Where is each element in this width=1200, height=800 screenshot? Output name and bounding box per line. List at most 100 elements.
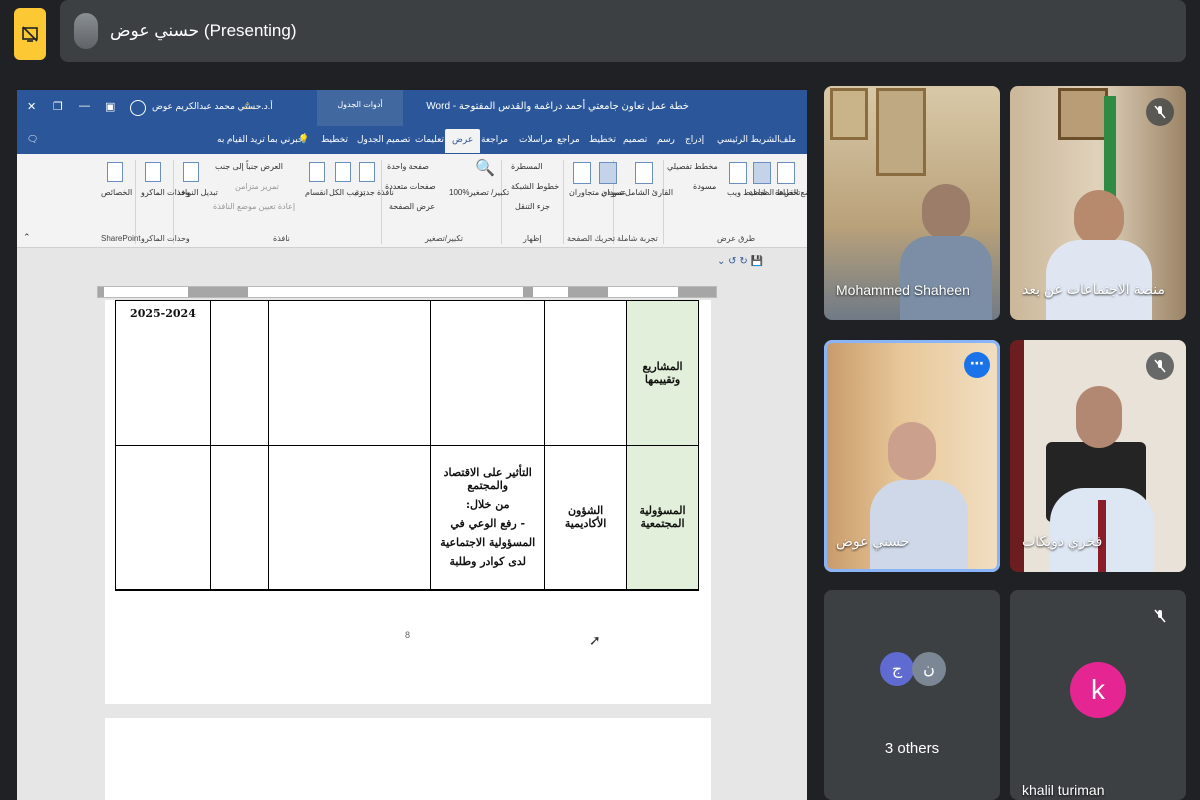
tab-help[interactable]: تعليمات <box>415 134 444 145</box>
arrange-all-button[interactable]: ترتيب الكل <box>329 188 366 197</box>
cell-line: التأثير على الاقتصاد والمجتمع <box>443 466 532 493</box>
user-name: أ.د.حسني محمد عبدالكريم عوض <box>152 101 273 111</box>
participant-tile[interactable]: منصة الاجتماعات عن بعد <box>1010 86 1186 320</box>
one-page-button[interactable]: صفحة واحدة <box>387 162 429 171</box>
document-area[interactable]: ⌄ ↺ ↻ 💾 المشاريع وتقييمها 2025-2024 المس <box>17 248 807 800</box>
document-page[interactable]: المشاريع وتقييمها 2025-2024 المسؤولية ال… <box>105 300 711 704</box>
participant-name: Mohammed Shaheen <box>836 282 970 298</box>
present-off-icon <box>22 26 38 42</box>
immersive-reader-icon <box>635 162 653 184</box>
new-window-icon <box>359 162 375 182</box>
draft-button[interactable]: مسودة <box>693 182 716 191</box>
presenter-banner: حسني عوض (Presenting) <box>60 0 1186 62</box>
tab-mailings[interactable]: مراسلات <box>519 134 553 145</box>
outline-button[interactable]: مخطط تفصيلي <box>667 162 718 171</box>
zoom-icon: 🔍 <box>475 160 495 177</box>
gridlines-checkbox[interactable]: خطوط الشبكة <box>511 182 559 191</box>
table-cell[interactable] <box>115 445 211 591</box>
word-title-bar: ✕ ❐ — ▣ أ.د.حسني محمد عبدالكريم عوض ⚠ أد… <box>17 90 807 126</box>
minimize-icon[interactable]: — <box>79 100 90 112</box>
tab-view[interactable]: عرض <box>445 129 481 153</box>
macros-icon <box>145 162 161 182</box>
collapse-ribbon-icon[interactable]: ⌃ <box>23 232 31 243</box>
tab-references[interactable]: مراجع <box>557 134 580 145</box>
table-cell[interactable]: المشاريع وتقييمها <box>626 300 699 446</box>
participant-tile[interactable]: k khalil turiman <box>1010 590 1186 800</box>
cell-line: من خلال: <box>465 498 510 512</box>
macros-button[interactable]: وحدات الماكرو <box>141 188 190 197</box>
document-table[interactable]: المشاريع وتقييمها 2025-2024 المسؤولية ال… <box>115 300 699 591</box>
tab-file[interactable]: ملف <box>779 134 796 145</box>
group-macros-label: وحدات الماكرو <box>141 234 190 243</box>
top-bar: حسني عوض (Presenting) <box>0 0 1200 62</box>
page-number: 8 <box>405 630 411 640</box>
vertical-icon <box>599 162 617 184</box>
participant-tile[interactable]: Mohammed Shaheen <box>824 86 1000 320</box>
table-cell[interactable] <box>544 300 628 446</box>
group-zoom-label: تكبير/تصغير <box>425 234 463 243</box>
close-icon[interactable]: ✕ <box>27 100 36 113</box>
arrange-all-icon <box>335 162 351 182</box>
quick-access-icons[interactable]: ⌄ ↺ ↻ 💾 <box>717 256 763 267</box>
participant-name: khalil turiman <box>1022 782 1105 798</box>
table-cell[interactable]: التأثير على الاقتصاد والمجتمع من خلال: -… <box>430 445 546 591</box>
table-cell[interactable]: المسؤولية المجتمعية <box>626 445 699 591</box>
nav-pane-checkbox[interactable]: جزء التنقل <box>515 202 550 211</box>
reset-window-button[interactable]: إعادة تعيين موضع النافذة <box>213 202 295 211</box>
tab-design[interactable]: تصميم <box>623 134 647 145</box>
participant-name: حسني عوض <box>836 533 910 549</box>
more-options-button[interactable]: ⋯ <box>964 352 990 378</box>
document-page-next[interactable] <box>105 718 711 800</box>
tell-me-input[interactable]: أخبرني بما تريد القيام به <box>217 134 306 145</box>
ribbon-display-icon[interactable]: ▣ <box>105 100 115 113</box>
mic-off-icon <box>1146 352 1174 380</box>
print-layout-icon <box>753 162 771 184</box>
tab-layout[interactable]: تخطيط <box>589 134 616 145</box>
table-cell[interactable] <box>209 300 269 446</box>
tab-review[interactable]: مراجعة <box>481 134 508 145</box>
mic-off-icon <box>1146 98 1174 126</box>
tab-home[interactable]: الشريط الرئيسي <box>717 134 780 145</box>
immersive-reader-button[interactable]: القارئ الشامل <box>625 188 673 197</box>
read-mode-icon <box>777 162 795 184</box>
participant-tile[interactable]: ج ن 3 others <box>824 590 1000 800</box>
zoom-100-button[interactable]: 100% <box>449 188 469 197</box>
participant-name: منصة الاجتماعات عن بعد <box>1022 281 1165 297</box>
tab-table-design[interactable]: تصميم الجدول <box>357 134 410 145</box>
participant-tile[interactable]: ⋯ حسني عوض <box>824 340 1000 572</box>
comments-icon[interactable]: 🗨 <box>27 134 38 145</box>
web-layout-button[interactable]: تخطيط ويب <box>727 188 767 197</box>
group-page-move-label: تحريك الصفحة <box>567 234 616 243</box>
zoom-button[interactable]: تكبير/ تصغير <box>469 188 509 197</box>
mouse-cursor-icon: ➚ <box>589 632 601 648</box>
shared-screen: ✕ ❐ — ▣ أ.د.حسني محمد عبدالكريم عوض ⚠ أد… <box>17 90 807 800</box>
group-sharepoint-label: SharePoint <box>101 234 141 243</box>
table-cell[interactable] <box>267 445 432 591</box>
sync-scroll-button[interactable]: تمرير متزامن <box>235 182 279 191</box>
tab-insert[interactable]: إدراج <box>685 134 704 145</box>
table-cell[interactable]: 2025-2024 <box>115 300 211 446</box>
ruler <box>97 286 717 298</box>
ruler-checkbox[interactable]: المسطرة <box>511 162 543 171</box>
side-by-side-button[interactable]: العرض جنباً إلى جنب <box>215 162 283 171</box>
web-layout-icon <box>729 162 747 184</box>
table-cell[interactable] <box>430 300 546 446</box>
group-immersive-label: تجربة شاملة <box>617 234 658 243</box>
split-button[interactable]: انقسام <box>305 188 328 197</box>
tab-draw[interactable]: رسم <box>657 134 675 145</box>
table-cell[interactable] <box>209 445 269 591</box>
side-to-side-button[interactable]: عمودان متجاوران <box>569 188 627 197</box>
stop-presenting-button[interactable] <box>14 8 46 60</box>
properties-button[interactable]: الخصائص <box>101 188 132 197</box>
table-cell[interactable]: الشؤون الأكاديمية <box>544 445 628 591</box>
group-show-label: إظهار <box>523 234 542 243</box>
context-tab: أدوات الجدول <box>317 90 403 126</box>
avatar[interactable] <box>130 100 146 116</box>
properties-icon <box>107 162 123 182</box>
warning-icon[interactable]: ⚠ <box>243 101 252 112</box>
participant-tile[interactable]: فخري دويكات <box>1010 340 1186 572</box>
page-width-button[interactable]: عرض الصفحة <box>389 202 435 211</box>
tab-table-layout[interactable]: تخطيط <box>321 134 348 145</box>
table-cell[interactable] <box>267 300 432 446</box>
restore-icon[interactable]: ❐ <box>53 100 63 113</box>
